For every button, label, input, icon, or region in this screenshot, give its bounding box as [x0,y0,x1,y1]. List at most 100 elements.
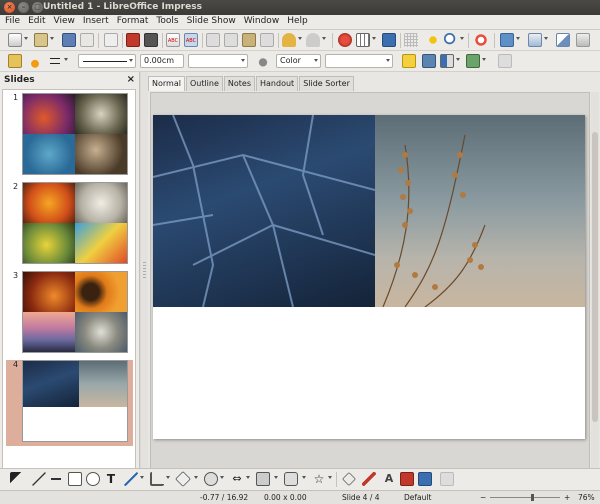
copy-icon[interactable] [224,33,238,47]
menu-edit[interactable]: Edit [25,15,50,29]
print-icon[interactable] [144,33,158,47]
menu-tools[interactable]: Tools [153,15,183,29]
vertical-scrollbar[interactable] [591,92,599,473]
connector-tool-icon[interactable] [150,472,164,486]
block-arrows-dropdown-icon[interactable] [246,476,250,479]
pane-splitter[interactable] [141,72,148,487]
line-icon[interactable] [28,54,42,68]
zoom-in-icon[interactable]: + [564,493,570,502]
zoom-dropdown-icon[interactable] [460,37,464,40]
slide-dropdown-icon[interactable] [516,37,520,40]
from-file-icon[interactable] [400,472,414,486]
undo-dropdown-icon[interactable] [298,37,302,40]
help-icon[interactable] [474,33,488,47]
stars-icon[interactable]: ☆ [312,472,326,486]
zoom-icon[interactable] [444,33,458,47]
align-icon[interactable] [440,54,454,68]
rotate-icon[interactable] [422,54,436,68]
arrange-icon[interactable] [466,54,480,68]
slide-image-dried-plant[interactable] [375,115,585,307]
flip-icon[interactable] [498,54,512,68]
autospellcheck-icon[interactable]: ABC [184,33,198,47]
curve-dropdown-icon[interactable] [140,476,144,479]
callouts-icon[interactable] [284,472,298,486]
clone-formatting-icon[interactable] [260,33,274,47]
helplines-icon[interactable] [426,33,440,47]
block-arrows-icon[interactable]: ⇔ [230,472,244,486]
save-icon[interactable] [62,33,76,47]
slide-icon[interactable] [500,33,514,47]
spellcheck-icon[interactable]: ABC [166,33,180,47]
callouts-dropdown-icon[interactable] [302,476,306,479]
symbol-shapes-icon[interactable] [204,472,218,486]
zoom-slider[interactable] [490,497,560,498]
glue-points-icon[interactable] [362,472,376,486]
tab-slide-sorter[interactable]: Slide Sorter [299,76,354,91]
image-icon[interactable] [382,33,396,47]
flowchart-icon[interactable] [256,472,270,486]
slide-thumbnail-3[interactable]: 3 [6,271,133,357]
ellipse-tool-icon[interactable] [86,472,100,486]
redo-icon[interactable] [306,33,320,47]
area-icon[interactable] [256,54,270,68]
menu-window[interactable]: Window [241,15,285,29]
line-style-select[interactable] [78,54,136,68]
stars-dropdown-icon[interactable] [328,476,332,479]
line-tool-icon[interactable] [32,472,46,486]
zoom-percentage[interactable]: 76% [578,493,595,502]
symbol-shapes-dropdown-icon[interactable] [220,476,224,479]
close-pane-icon[interactable]: × [127,74,135,85]
extrusion-icon[interactable] [440,472,454,486]
chart-icon[interactable] [338,33,352,47]
align-dropdown-icon[interactable] [456,58,460,61]
undo-icon[interactable] [282,33,296,47]
table-dropdown-icon[interactable] [372,37,376,40]
slide-thumbnail-2[interactable]: 2 [6,182,133,268]
cut-icon[interactable] [206,33,220,47]
menu-help[interactable]: Help [284,15,313,29]
area-fill-select[interactable] [325,54,393,68]
zoom-out-icon[interactable]: − [480,493,486,502]
menu-view[interactable]: View [51,15,80,29]
menu-insert[interactable]: Insert [80,15,114,29]
edit-file-icon[interactable] [104,33,118,47]
basic-shapes-dropdown-icon[interactable] [194,476,198,479]
menu-file[interactable]: File [2,15,25,29]
tab-outline[interactable]: Outline [185,76,223,91]
select-arrow-icon[interactable] [10,472,24,486]
open-dropdown-icon[interactable] [50,37,54,40]
new-dropdown-icon[interactable] [24,37,28,40]
curve-tool-icon[interactable] [124,472,138,486]
arrow-style-dropdown-icon[interactable] [64,58,68,61]
arrow-style-icon[interactable] [48,54,62,68]
zoom-slider-handle[interactable] [531,494,534,501]
area-style-select[interactable]: Color [276,54,321,68]
fontwork-icon[interactable]: A [382,472,396,486]
connector-dropdown-icon[interactable] [166,476,170,479]
minimize-window-icon[interactable]: – [18,2,29,13]
slide-thumbnail-4[interactable]: 4 [6,360,133,446]
flowchart-dropdown-icon[interactable] [274,476,278,479]
open-folder-icon[interactable] [34,33,48,47]
gallery-icon[interactable] [418,472,432,486]
maximize-window-icon[interactable]: □ [32,2,43,13]
export-pdf-icon[interactable] [126,33,140,47]
slide-thumbnail-1[interactable]: 1 [6,93,133,179]
points-icon[interactable] [342,472,356,486]
line-width-field[interactable]: 0.00cm [140,54,184,68]
layout-dropdown-icon[interactable] [544,37,548,40]
grid-icon[interactable] [404,33,418,47]
tab-notes[interactable]: Notes [223,76,256,91]
table-icon[interactable] [356,33,370,47]
line-arrow-tool-icon[interactable] [50,472,64,486]
paste-icon[interactable] [242,33,256,47]
shadow-icon[interactable] [402,54,416,68]
new-document-icon[interactable] [8,33,22,47]
current-slide[interactable] [153,115,585,439]
close-window-icon[interactable]: × [4,2,15,13]
styles-icon[interactable] [8,54,22,68]
email-icon[interactable] [80,33,94,47]
menu-slide-show[interactable]: Slide Show [184,15,241,29]
slide-canvas[interactable] [150,92,590,473]
arrange-dropdown-icon[interactable] [482,58,486,61]
